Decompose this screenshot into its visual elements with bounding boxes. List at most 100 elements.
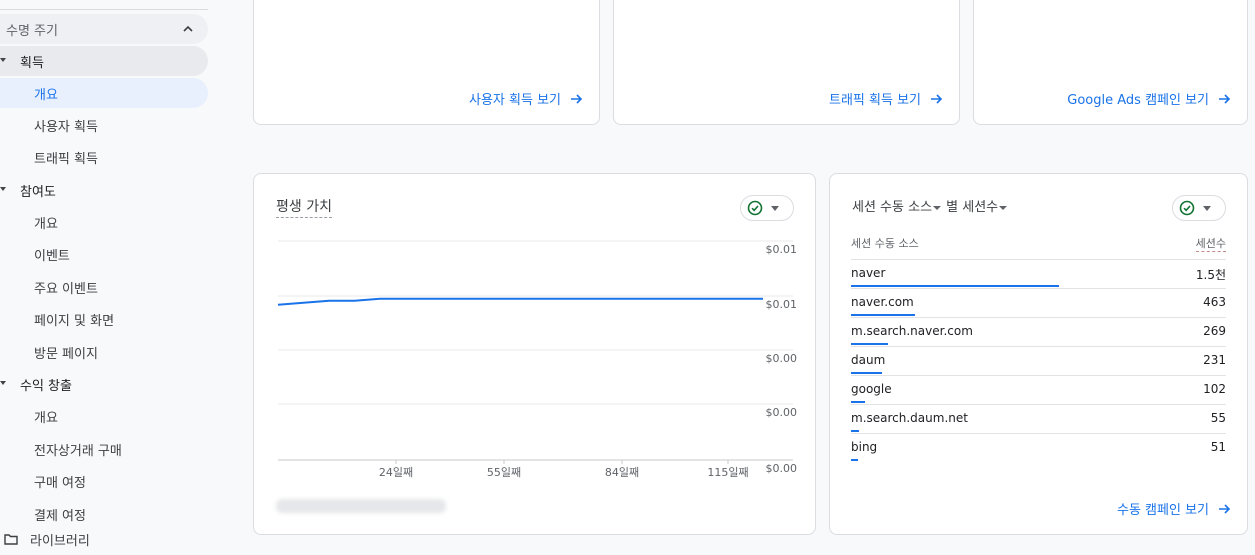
row-share-bar bbox=[851, 343, 888, 345]
sidebar-item-label: 이벤트 bbox=[34, 248, 70, 264]
row-source: bing bbox=[851, 440, 878, 454]
view-google-ads-link[interactable]: Google Ads 캠페인 보기 bbox=[1067, 89, 1231, 108]
x-tick-label: 115일째 bbox=[707, 465, 748, 479]
user-acquisition-card: 사용자 획득 보기 bbox=[253, 0, 600, 125]
dimension-selector[interactable]: 세션 수동 소스 bbox=[852, 200, 932, 215]
sidebar-item-label: 주요 이벤트 bbox=[34, 281, 98, 297]
sidebar: 수명 주기 획득 개요 사용자 획득 트래픽 획득 참여도 개요 이벤트 주요 … bbox=[0, 0, 216, 555]
table-row[interactable]: naver 1.5천 bbox=[851, 259, 1226, 288]
x-tick-label: 84일째 bbox=[605, 465, 639, 479]
row-sessions: 55 bbox=[1210, 411, 1226, 425]
row-share-bar bbox=[851, 314, 915, 316]
dropdown-arrow-icon bbox=[1203, 205, 1211, 211]
table-row[interactable]: daum 231 bbox=[851, 346, 1226, 375]
dropdown-arrow-icon bbox=[999, 205, 1008, 210]
arrow-right-icon bbox=[1219, 503, 1231, 514]
sidebar-library-label: 라이브러리 bbox=[30, 533, 90, 549]
sidebar-divider bbox=[0, 9, 208, 10]
sidebar-group-label: 획득 bbox=[20, 55, 44, 71]
row-sessions: 1.5천 bbox=[1195, 268, 1226, 282]
sidebar-group-label: 수익 창출 bbox=[20, 378, 72, 394]
table-row[interactable]: google 102 bbox=[851, 375, 1226, 404]
y-tick-label: $0.01 bbox=[766, 298, 798, 311]
dropdown-arrow-icon bbox=[771, 205, 779, 211]
sidebar-item-key-events[interactable]: 주요 이벤트 bbox=[0, 272, 208, 302]
lifetime-value-chart: $0.01 $0.01 $0.00 $0.00 $0.00 24일째 55일째 84일째 115… bbox=[278, 240, 798, 479]
sidebar-item-label: 전자상거래 구매 bbox=[34, 443, 122, 459]
row-sessions: 102 bbox=[1203, 382, 1226, 396]
sidebar-item-mon-overview[interactable]: 개요 bbox=[0, 401, 208, 431]
view-user-acquisition-link[interactable]: 사용자 획득 보기 bbox=[469, 89, 583, 108]
sidebar-group-label: 참여도 bbox=[20, 184, 56, 200]
sidebar-library[interactable]: 라이브러리 bbox=[0, 524, 90, 554]
view-traffic-acquisition-link[interactable]: 트래픽 획득 보기 bbox=[829, 89, 943, 108]
caret-down-icon bbox=[0, 58, 6, 62]
metric-selector[interactable]: 별 세션수 bbox=[946, 200, 998, 215]
sidebar-group-acquisition[interactable]: 획득 bbox=[0, 46, 208, 76]
row-source: naver bbox=[851, 266, 886, 280]
traffic-acquisition-card: 트래픽 획득 보기 bbox=[613, 0, 960, 125]
sidebar-item-ecommerce-purchases[interactable]: 전자상거래 구매 bbox=[0, 434, 208, 464]
data-quality-pill[interactable] bbox=[740, 195, 794, 221]
sidebar-item-label: 트래픽 획득 bbox=[34, 151, 98, 167]
chevron-up-icon bbox=[183, 25, 193, 32]
row-sessions: 51 bbox=[1210, 440, 1226, 454]
sidebar-item-label: 개요 bbox=[34, 87, 58, 103]
sidebar-item-acq-overview[interactable]: 개요 bbox=[0, 78, 208, 108]
view-manual-campaigns-link[interactable]: 수동 캠페인 보기 bbox=[1117, 499, 1231, 518]
sidebar-item-label: 사용자 획득 bbox=[34, 119, 98, 135]
table-row[interactable]: m.search.daum.net 55 bbox=[851, 404, 1226, 433]
sidebar-item-events[interactable]: 이벤트 bbox=[0, 239, 208, 269]
row-sessions: 231 bbox=[1203, 353, 1226, 367]
sidebar-item-pages-screens[interactable]: 페이지 및 화면 bbox=[0, 304, 208, 334]
arrow-right-icon bbox=[571, 93, 583, 104]
table-row[interactable]: bing 51 bbox=[851, 433, 1226, 462]
caret-down-icon bbox=[0, 381, 6, 385]
row-source: m.search.naver.com bbox=[851, 324, 973, 338]
sidebar-item-traffic-acquisition[interactable]: 트래픽 획득 bbox=[0, 142, 208, 172]
data-quality-pill[interactable] bbox=[1172, 195, 1226, 221]
sidebar-section-label: 수명 주기 bbox=[6, 23, 58, 39]
check-circle-icon bbox=[1179, 200, 1195, 216]
row-share-bar bbox=[851, 285, 1059, 287]
arrow-right-icon bbox=[931, 93, 943, 104]
table-row[interactable]: m.search.naver.com 269 bbox=[851, 317, 1226, 346]
sidebar-section-lifecycle[interactable]: 수명 주기 bbox=[0, 14, 208, 44]
row-sessions: 463 bbox=[1203, 295, 1226, 309]
sidebar-item-label: 구매 여정 bbox=[34, 475, 86, 491]
folder-icon bbox=[4, 534, 18, 545]
caret-down-icon bbox=[0, 187, 6, 191]
row-share-bar bbox=[851, 459, 858, 461]
lifetime-value-card: 평생 가치 $0.01 $0.01 $0.00 $0.00 $0.00 24일째 55일째 8… bbox=[253, 173, 816, 535]
link-label: 사용자 획득 보기 bbox=[469, 93, 561, 108]
sidebar-item-user-acquisition[interactable]: 사용자 획득 bbox=[0, 110, 208, 140]
table-row[interactable]: naver.com 463 bbox=[851, 288, 1226, 317]
row-share-bar bbox=[851, 372, 882, 374]
sidebar-item-label: 개요 bbox=[34, 216, 58, 232]
sidebar-item-label: 개요 bbox=[34, 410, 58, 426]
lifetime-value-title[interactable]: 평생 가치 bbox=[276, 196, 332, 218]
check-circle-icon bbox=[747, 200, 763, 216]
row-sessions: 269 bbox=[1203, 324, 1226, 338]
row-source: google bbox=[851, 382, 892, 396]
sidebar-group-engagement[interactable]: 참여도 bbox=[0, 175, 208, 205]
link-label: Google Ads 캠페인 보기 bbox=[1067, 93, 1209, 108]
row-source: naver.com bbox=[851, 295, 914, 309]
column-header-sessions[interactable]: 세션수 bbox=[1195, 235, 1226, 252]
sidebar-item-purchase-journey[interactable]: 구매 여정 bbox=[0, 466, 208, 496]
sidebar-group-monetization[interactable]: 수익 창출 bbox=[0, 369, 208, 399]
session-source-title: 세션 수동 소스 별 세션수 bbox=[852, 196, 1008, 215]
x-tick-label: 24일째 bbox=[379, 465, 413, 479]
link-label: 수동 캠페인 보기 bbox=[1117, 503, 1209, 518]
column-header-source: 세션 수동 소스 bbox=[851, 237, 919, 250]
table-header: 세션 수동 소스 세션수 bbox=[851, 235, 1226, 252]
y-tick-label: $0.01 bbox=[766, 243, 798, 256]
sidebar-item-label: 방문 페이지 bbox=[34, 346, 98, 362]
session-source-card: 세션 수동 소스 별 세션수 세션 수동 소스 세션수 naver 1.5천 nav… bbox=[829, 173, 1248, 535]
redacted-text bbox=[276, 499, 446, 513]
row-source: daum bbox=[851, 353, 886, 367]
sidebar-item-eng-overview[interactable]: 개요 bbox=[0, 207, 208, 237]
y-tick-label: $0.00 bbox=[766, 352, 798, 365]
arrow-right-icon bbox=[1219, 93, 1231, 104]
sidebar-item-landing-page[interactable]: 방문 페이지 bbox=[0, 337, 208, 367]
